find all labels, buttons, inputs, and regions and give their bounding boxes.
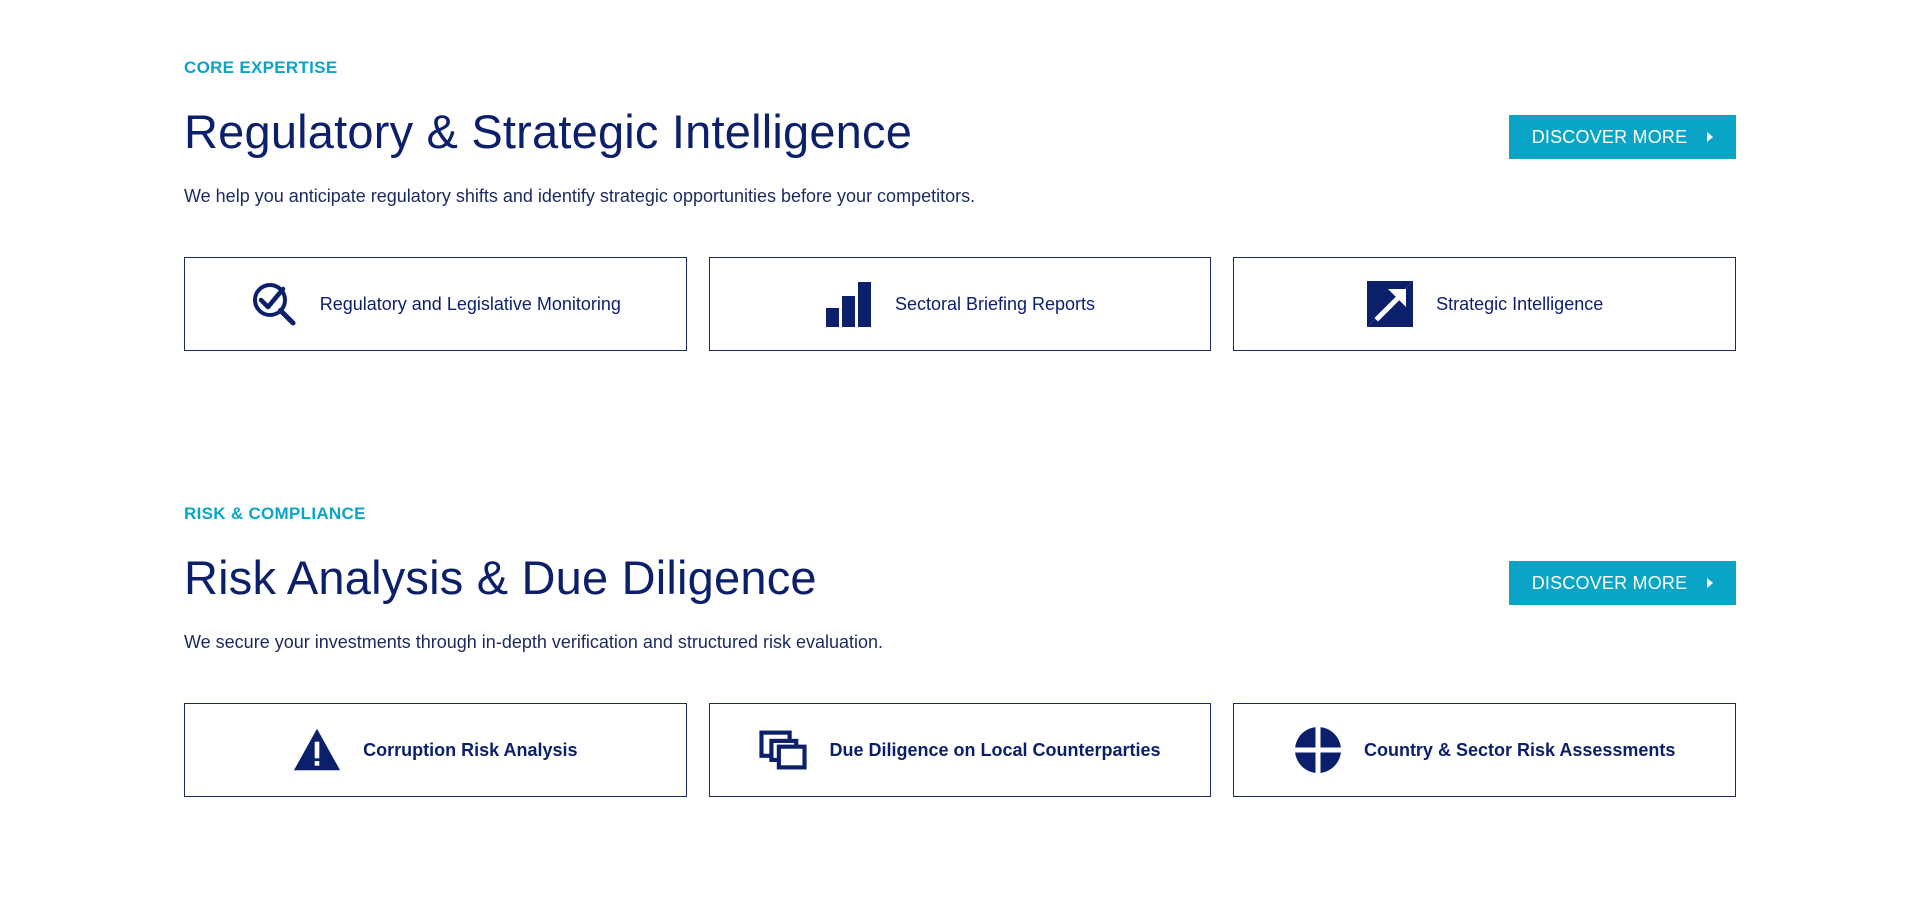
service-cards: Corruption Risk Analysis Due Diligence o… — [184, 703, 1737, 797]
card-country-sector-risk[interactable]: Country & Sector Risk Assessments — [1233, 703, 1737, 797]
card-label: Corruption Risk Analysis — [363, 739, 578, 760]
section-description: We help you anticipate regulatory shifts… — [184, 186, 976, 206]
caret-right-icon — [1707, 132, 1714, 142]
service-cards: Regulatory and Legislative Monitoring Se… — [184, 257, 1737, 351]
discover-more-button[interactable]: DISCOVER MORE — [1509, 561, 1736, 605]
section-description: We secure your investments through in-de… — [184, 632, 884, 652]
magnifier-check-icon — [250, 280, 298, 328]
card-label: Sectoral Briefing Reports — [894, 293, 1096, 314]
warning-triangle-icon — [293, 726, 341, 774]
card-label: Due Diligence on Local Counterparties — [829, 739, 1161, 760]
card-regulatory-monitoring[interactable]: Regulatory and Legislative Monitoring — [184, 257, 687, 351]
arrow-up-right-icon — [1366, 280, 1414, 328]
section-title: Regulatory & Strategic Intelligence — [184, 105, 913, 158]
overlapping-squares-icon — [759, 726, 808, 774]
caret-right-icon — [1707, 578, 1714, 588]
card-corruption-risk[interactable]: Corruption Risk Analysis — [184, 703, 687, 797]
card-label: Country & Sector Risk Assessments — [1363, 739, 1676, 760]
discover-more-label: DISCOVER MORE — [1531, 572, 1688, 593]
section-title: Risk Analysis & Due Diligence — [184, 551, 817, 604]
discover-more-button[interactable]: DISCOVER MORE — [1509, 115, 1736, 159]
globe-quadrants-icon — [1294, 726, 1342, 774]
card-strategic-intelligence[interactable]: Strategic Intelligence — [1233, 257, 1737, 351]
card-label: Regulatory and Legislative Monitoring — [319, 293, 621, 314]
card-sectoral-briefing[interactable]: Sectoral Briefing Reports — [708, 257, 1212, 351]
discover-more-label: DISCOVER MORE — [1531, 126, 1688, 147]
card-due-diligence[interactable]: Due Diligence on Local Counterparties — [708, 703, 1212, 797]
card-label: Strategic Intelligence — [1436, 293, 1604, 314]
section-eyebrow: CORE EXPERTISE — [184, 58, 338, 77]
section-eyebrow: RISK & COMPLIANCE — [184, 504, 366, 523]
bar-chart-icon — [825, 280, 873, 328]
